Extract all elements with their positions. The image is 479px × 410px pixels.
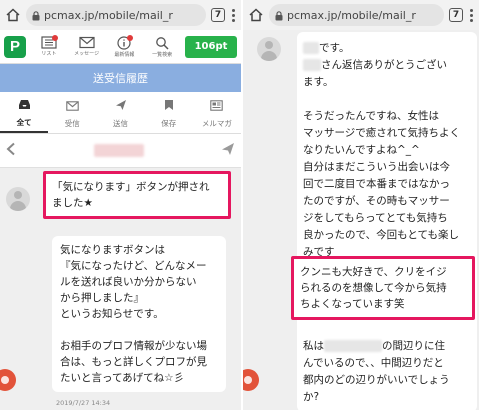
address-bar[interactable]: pcmax.jp/mobile/mail_r	[269, 4, 444, 26]
home-icon[interactable]	[5, 7, 21, 23]
notification-dot	[51, 34, 58, 41]
redacted-partner-name	[93, 144, 144, 157]
tab-all-label: 全て	[16, 118, 32, 127]
avatar[interactable]	[257, 37, 281, 61]
browser-menu-icon[interactable]	[468, 8, 474, 22]
tab-switcher-button[interactable]: 7	[211, 8, 225, 22]
message-line-greeting: です。	[303, 40, 477, 57]
nav-list[interactable]: リスト	[34, 34, 64, 58]
lock-icon	[32, 6, 40, 25]
redacted-name	[303, 42, 319, 54]
left-screenshot-pane: pcmax.jp/mobile/mail_r 7 P リスト メッセージ 最新情…	[0, 0, 241, 410]
redacted-location	[324, 340, 382, 352]
send-icon	[115, 96, 127, 115]
bookmark-icon	[164, 96, 174, 115]
right-screenshot-pane: pcmax.jp/mobile/mail_r 7 です。 さん返信ありがとうござ…	[243, 0, 479, 410]
nav-message-label: メッセージ	[74, 50, 100, 57]
floating-action-button[interactable]	[0, 369, 16, 391]
nav-news-label: 最新情報	[114, 51, 135, 58]
message-paragraph-location: んでいるので、、中間辺りだと 都内のどの辺りがいいでしょう か?	[303, 357, 450, 403]
page-title: 送受信履歴	[93, 72, 148, 85]
highlighted-message-excerpt: クンニも大好きで、クリをイジ られるのを想像して今から気持 ちよくなっています笑	[291, 256, 475, 320]
nav-search[interactable]: 一覧検索	[147, 36, 177, 58]
home-icon[interactable]	[248, 7, 264, 23]
tab-saved[interactable]: 保存	[145, 92, 193, 133]
notification-dot	[127, 34, 134, 41]
lock-icon	[275, 6, 283, 25]
folder-tabs: 全て 受信 送信 保存 メルマガ	[0, 92, 241, 134]
message-line-thanks-end: ます。	[303, 76, 334, 88]
tab-sent[interactable]: 送信	[96, 92, 144, 133]
url-text: pcmax.jp/mobile/mail_r	[287, 8, 416, 22]
search-icon	[155, 36, 169, 50]
newsletter-icon	[210, 96, 224, 115]
envelope-icon	[66, 96, 79, 115]
nav-search-label: 一覧検索	[152, 51, 173, 58]
nav-message[interactable]: メッセージ	[72, 36, 102, 58]
tab-all[interactable]: 全て	[0, 92, 49, 133]
points-button[interactable]: 106pt	[185, 35, 237, 58]
tab-saved-label: 保存	[161, 119, 177, 128]
message-line-location: 私は の間辺りに住	[303, 340, 445, 352]
highlighted-notice-bubble: 「気になります」ボタンが押され ました★	[43, 171, 231, 219]
redacted-name	[303, 59, 321, 71]
message-timestamp: 2019/7/27 14:34	[56, 399, 111, 407]
nav-list-label: リスト	[41, 50, 57, 57]
conversation-header	[0, 134, 241, 168]
inbox-icon	[18, 95, 31, 114]
envelope-icon	[79, 36, 95, 49]
header-nav: リスト メッセージ 最新情報 一覧検索	[30, 34, 181, 58]
tab-sent-label: 送信	[113, 119, 128, 128]
pcmax-logo[interactable]: P	[4, 35, 26, 58]
tab-newsletter[interactable]: メルマガ	[193, 92, 241, 133]
back-chevron-icon[interactable]	[6, 141, 16, 160]
page-title-bar: 送受信履歴	[0, 64, 241, 92]
nav-news[interactable]: 最新情報	[109, 34, 139, 58]
message-line-thanks: さん返信ありがとうござい	[303, 57, 477, 74]
send-icon[interactable]	[221, 141, 235, 160]
app-header: P リスト メッセージ 最新情報 一覧検索 106pt	[0, 30, 241, 64]
browser-toolbar: pcmax.jp/mobile/mail_r 7	[243, 0, 479, 30]
address-bar[interactable]: pcmax.jp/mobile/mail_r	[26, 4, 206, 26]
browser-toolbar: pcmax.jp/mobile/mail_r 7	[0, 0, 241, 30]
tab-switcher-button[interactable]: 7	[449, 8, 463, 22]
tab-newsletter-label: メルマガ	[201, 119, 232, 128]
browser-menu-icon[interactable]	[230, 8, 236, 22]
url-text: pcmax.jp/mobile/mail_r	[44, 8, 173, 22]
tab-received[interactable]: 受信	[48, 92, 96, 133]
notice-explanation-bubble: 気になりますボタンは 『気になったけど、どんなメー ルを送れば良いか分からない …	[52, 236, 226, 392]
message-paragraph: そうだったんですね、女性は マッサージで癒されて気持ちよく なりたいんですよね^…	[303, 110, 460, 258]
tab-received-label: 受信	[64, 119, 80, 128]
avatar[interactable]	[6, 187, 30, 211]
